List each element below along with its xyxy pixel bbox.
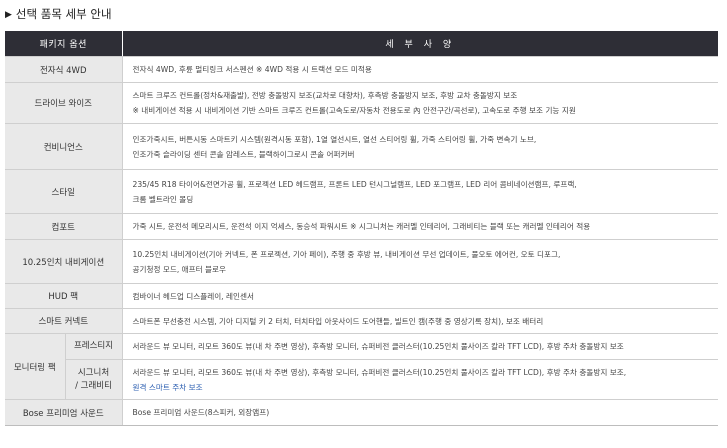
package-name: Bose 프리미엄 사운드 (5, 399, 123, 426)
package-name: 전자식 4WD (5, 56, 123, 83)
package-name: 드라이브 와이즈 (5, 82, 123, 124)
table-row: 드라이브 와이즈 스마트 크루즈 컨트롤(정차&재출발), 전방 충돌방지 보조… (5, 82, 718, 124)
trim-name: 프레스티지 (65, 333, 123, 360)
package-details: 인조가죽시트, 버튼시동 스마트키 시스템(원격시동 포함), 1열 열선시트,… (122, 123, 718, 170)
package-details: 스마트 크루즈 컨트롤(정차&재출발), 전방 충돌방지 보조(교차로 대향차)… (122, 82, 718, 124)
package-name: HUD 팩 (5, 283, 123, 309)
package-details: 235/45 R18 타이어&전면가공 휠, 프로젝션 LED 헤드램프, 프론… (122, 169, 718, 214)
table-row: HUD 팩 컴바이너 헤드업 디스플레이, 레인센서 (5, 283, 718, 309)
triangle-bullet-icon: ▶ (5, 10, 12, 20)
package-column-header: 패키지 옵션 (5, 31, 123, 57)
package-details: 컴바이너 헤드업 디스플레이, 레인센서 (122, 283, 718, 309)
detail-line: 전자식 4WD, 후륜 멀티링크 서스펜션 ※ 4WD 적용 시 트랙션 모드 … (132, 65, 372, 74)
detail-line: 인조가죽 슬라이딩 센터 콘솔 암레스트, 블랙하이그로시 콘솔 어퍼커버 (132, 149, 355, 159)
package-name: 스마트 커넥트 (5, 308, 123, 334)
package-name: 10.25인치 내비게이션 (5, 239, 123, 284)
detail-line: 공기청정 모드, 애프터 블로우 (132, 264, 227, 274)
detail-line: 스마트 크루즈 컨트롤(정차&재출발), 전방 충돌방지 보조(교차로 대향차)… (132, 91, 518, 100)
package-details: 서라운드 뷰 모니터, 리모트 360도 뷰(내 차 주변 영상), 후측방 모… (122, 359, 718, 400)
table-row: 전자식 4WD 전자식 4WD, 후륜 멀티링크 서스펜션 ※ 4WD 적용 시… (5, 56, 718, 83)
details-column-header: 세 부 사 양 (122, 31, 718, 57)
detail-line: Bose 프리미엄 사운드(8스피커, 외장앰프) (132, 408, 270, 417)
detail-line: 235/45 R18 타이어&전면가공 휠, 프로젝션 LED 헤드램프, 프론… (132, 179, 577, 189)
section-title: 선택 품목 세부 안내 (15, 7, 112, 21)
package-details: 스마트폰 무선충전 시스템, 기아 디지털 키 2 터치, 터치타입 아웃사이드… (122, 308, 718, 334)
package-name: 컴포트 (5, 213, 123, 240)
section-heading: ▶ 선택 품목 세부 안내 (5, 4, 112, 24)
table-row: 컴포트 가죽 시트, 운전석 메모리시트, 운전석 이지 억세스, 동승석 파워… (5, 213, 718, 240)
table-row: 모니터링 팩 프레스티지 서라운드 뷰 모니터, 리모트 360도 뷰(내 차 … (5, 333, 718, 400)
package-name: 모니터링 팩 (5, 333, 66, 400)
table-header-row: 패키지 옵션 세 부 사 양 (5, 31, 718, 57)
table-row: 스마트 커넥트 스마트폰 무선충전 시스템, 기아 디지털 키 2 터치, 터치… (5, 308, 718, 334)
table-row: Bose 프리미엄 사운드 Bose 프리미엄 사운드(8스피커, 외장앰프) (5, 399, 718, 426)
detail-line: 서라운드 뷰 모니터, 리모트 360도 뷰(내 차 주변 영상), 후측방 모… (132, 367, 627, 377)
package-name: 스타일 (5, 169, 123, 214)
detail-line: 스마트폰 무선충전 시스템, 기아 디지털 키 2 터치, 터치타입 아웃사이드… (132, 316, 544, 326)
table-row: 스타일 235/45 R18 타이어&전면가공 휠, 프로젝션 LED 헤드램프… (5, 169, 718, 214)
package-details: 전자식 4WD, 후륜 멀티링크 서스펜션 ※ 4WD 적용 시 트랙션 모드 … (122, 56, 718, 83)
table-row: 시그니처 / 그래비티 서라운드 뷰 모니터, 리모트 360도 뷰(내 차 주변… (5, 359, 718, 400)
detail-line: 10.25인치 내비게이션(기아 커넥트, 폰 프로젝션, 기아 페이), 주행… (132, 249, 561, 259)
package-details: Bose 프리미엄 사운드(8스피커, 외장앰프) (122, 399, 718, 426)
detail-line: 컴바이너 헤드업 디스플레이, 레인센서 (132, 291, 254, 301)
package-name: 컨비니언스 (5, 123, 123, 170)
options-table: 패키지 옵션 세 부 사 양 전자식 4WD 전자식 4WD, 후륜 멀티링크 … (5, 31, 718, 426)
remote-parking-assist-link: 원격 스마트 주차 보조 (132, 382, 203, 392)
table-row: 10.25인치 내비게이션 10.25인치 내비게이션(기아 커넥트, 폰 프로… (5, 239, 718, 284)
package-details: 10.25인치 내비게이션(기아 커넥트, 폰 프로젝션, 기아 페이), 주행… (122, 239, 718, 284)
trim-name-line: 시그니처 (77, 367, 110, 378)
trim-name: 시그니처 / 그래비티 (65, 359, 123, 400)
package-details: 가죽 시트, 운전석 메모리시트, 운전석 이지 억세스, 동승석 파워시트 ※… (122, 213, 718, 240)
detail-line: 가죽 시트, 운전석 메모리시트, 운전석 이지 억세스, 동승석 파워시트 ※… (132, 222, 591, 231)
detail-line: 서라운드 뷰 모니터, 리모트 360도 뷰(내 차 주변 영상), 후측방 모… (132, 342, 624, 351)
trim-name-line: / 그래비티 (75, 380, 112, 391)
package-details: 서라운드 뷰 모니터, 리모트 360도 뷰(내 차 주변 영상), 후측방 모… (122, 333, 718, 360)
detail-line: 인조가죽시트, 버튼시동 스마트키 시스템(원격시동 포함), 1열 열선시트,… (132, 134, 537, 144)
table-row: 컨비니언스 인조가죽시트, 버튼시동 스마트키 시스템(원격시동 포함), 1열… (5, 123, 718, 170)
detail-line: 크롬 벨트라인 몰딩 (132, 194, 194, 204)
detail-line: ※ 내비게이션 적용 시 내비게이션 기반 스마트 크루즈 컨트롤(고속도로/자… (132, 106, 576, 115)
